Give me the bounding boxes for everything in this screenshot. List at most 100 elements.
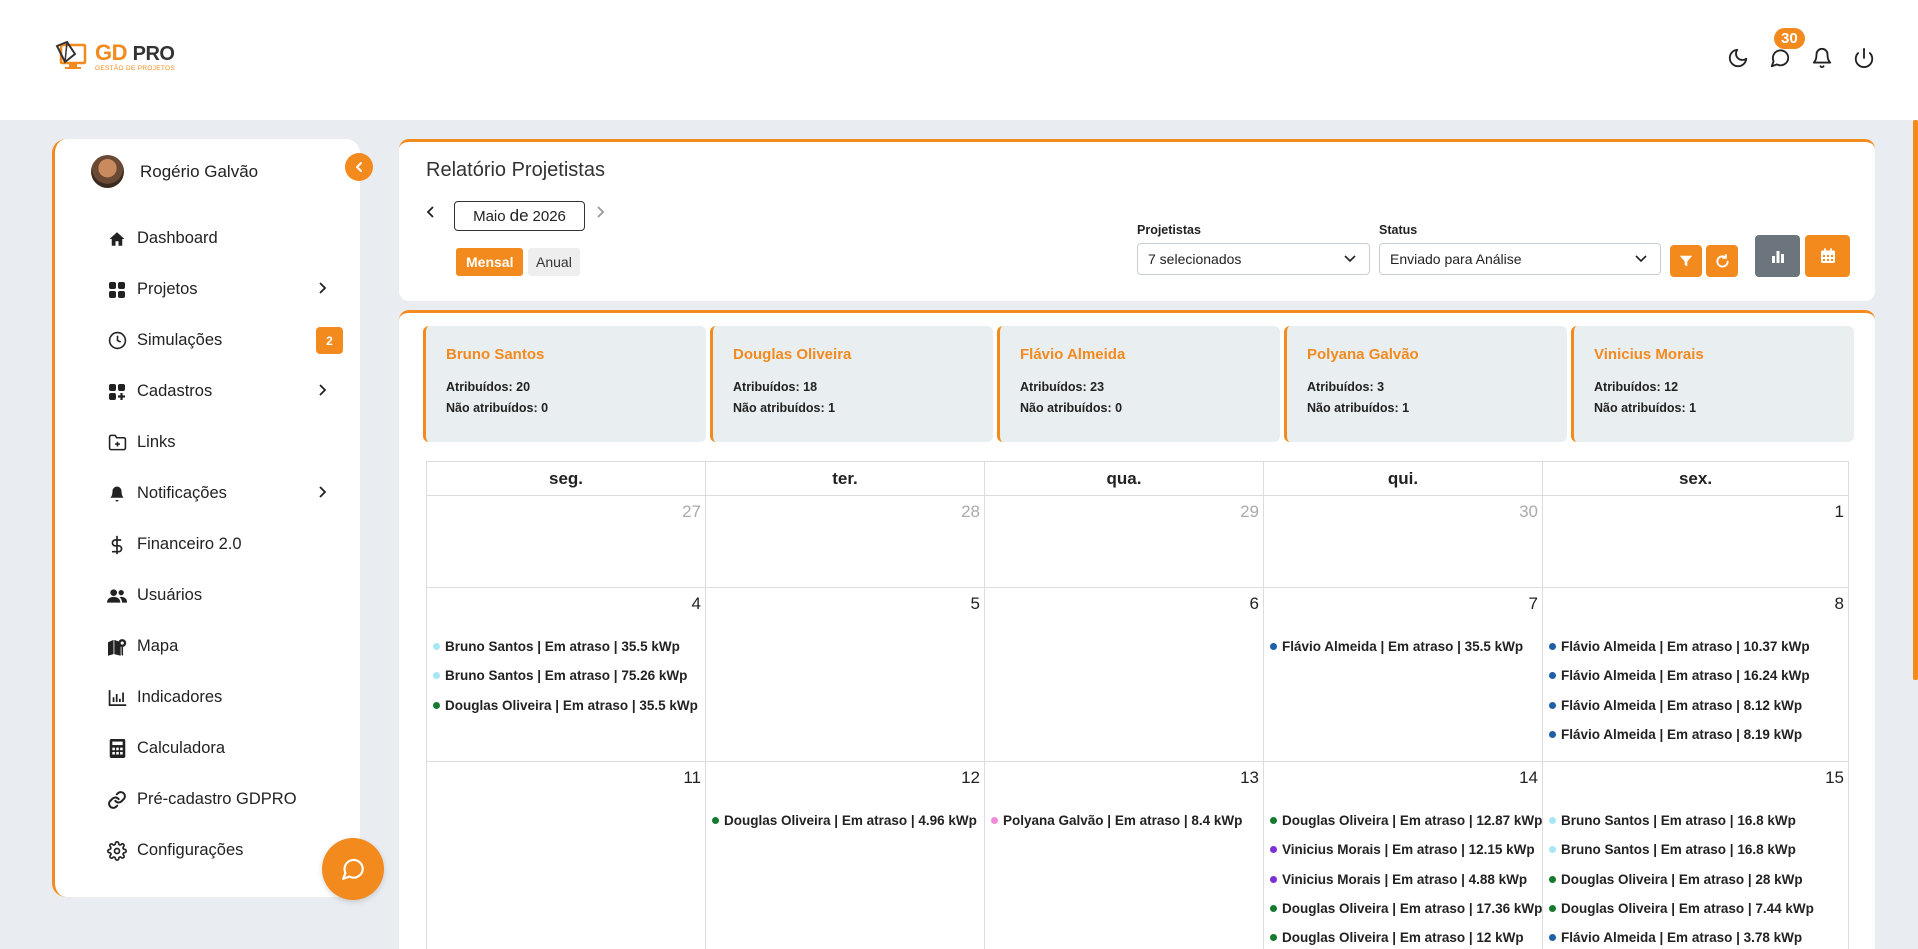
- month-calendar: seg. ter. qua. qui. sex. 27 28 29 30 1 4 Bruno…: [426, 461, 1849, 949]
- day-events: Flávio Almeida | Em atraso | 35.5 kWp: [1270, 632, 1542, 661]
- designer-card[interactable]: Polyana Galvão Atribuídos: 3 Não atribuí…: [1284, 326, 1567, 442]
- day-number: 8: [1834, 594, 1844, 613]
- calendar-day-cell[interactable]: 13 Polyana Galvão | Em atraso | 8.4 kWp: [985, 762, 1264, 949]
- logout-button[interactable]: [1850, 44, 1878, 72]
- sidebar-item-pre-cadastro[interactable]: Pré-cadastro GDPRO: [107, 774, 327, 825]
- calendar-event[interactable]: Bruno Santos | Em atraso | 16.8 kWp: [1549, 806, 1848, 835]
- sidebar-item-cadastros[interactable]: Cadastros: [107, 366, 327, 417]
- collapse-sidebar-button[interactable]: [345, 153, 373, 181]
- bar-chart-icon: [107, 688, 127, 708]
- calendar-event[interactable]: Bruno Santos | Em atraso | 16.8 kWp: [1549, 835, 1848, 864]
- day-events: Bruno Santos | Em atraso | 35.5 kWp Bruno…: [433, 632, 705, 720]
- designers-filter-select[interactable]: 7 selecionados: [1137, 243, 1370, 275]
- sidebar-item-configuracoes[interactable]: Configurações: [107, 825, 327, 876]
- calendar-event[interactable]: Douglas Oliveira | Em atraso | 17.36 kWp: [1270, 894, 1542, 923]
- designer-card[interactable]: Douglas Oliveira Atribuídos: 18 Não atri…: [710, 326, 993, 442]
- designer-card[interactable]: Vinicius Morais Atribuídos: 12 Não atrib…: [1571, 326, 1854, 442]
- brand-title-pro: PRO: [132, 42, 175, 65]
- calendar-day-cell[interactable]: 28: [706, 496, 985, 587]
- sidebar-item-simulacoes[interactable]: Simulações 2: [107, 315, 343, 366]
- apply-filter-button[interactable]: [1670, 245, 1702, 277]
- event-color-dot: [1549, 672, 1556, 680]
- calendar-day-cell[interactable]: 6: [985, 588, 1264, 761]
- view-monthly-button[interactable]: Mensal: [456, 248, 524, 276]
- sidebar-item-label: Pré-cadastro GDPRO: [137, 790, 297, 808]
- calendar-day-cell[interactable]: 5: [706, 588, 985, 761]
- event-color-dot: [433, 701, 440, 709]
- calendar-event[interactable]: Douglas Oliveira | Em atraso | 12 kWp: [1270, 923, 1542, 949]
- header-actions: [1724, 44, 1878, 72]
- month-year-selector[interactable]: Maio de 2026: [454, 201, 585, 231]
- sidebar-item-projetos[interactable]: Projetos: [107, 264, 327, 315]
- designer-card[interactable]: Flávio Almeida Atribuídos: 23 Não atribu…: [997, 326, 1280, 442]
- sidebar-item-financeiro[interactable]: Financeiro 2.0: [107, 519, 327, 570]
- calendar-week-row: 27 28 29 30 1: [426, 495, 1849, 587]
- chevron-left-icon: [356, 162, 362, 172]
- dark-mode-toggle[interactable]: [1724, 44, 1752, 72]
- calendar-event[interactable]: Flávio Almeida | Em atraso | 8.12 kWp: [1549, 691, 1848, 720]
- sidebar-item-mapa[interactable]: Mapa: [107, 621, 327, 672]
- calendar-event[interactable]: Douglas Oliveira | Em atraso | 12.87 kWp: [1270, 806, 1542, 835]
- reset-filter-button[interactable]: [1706, 245, 1738, 277]
- chevron-right-icon: [319, 486, 327, 498]
- simulacoes-count-badge: 2: [316, 327, 343, 354]
- previous-month-button[interactable]: [425, 204, 437, 220]
- sidebar-item-links[interactable]: Links: [107, 417, 327, 468]
- calendar-event[interactable]: Polyana Galvão | Em atraso | 8.4 kWp: [991, 806, 1263, 835]
- calendar-day-cell[interactable]: 15 Bruno Santos | Em atraso | 16.8 kWp Bru…: [1543, 762, 1848, 949]
- calendar-event[interactable]: Vinicius Morais | Em atraso | 4.88 kWp: [1270, 865, 1542, 894]
- calendar-view-button[interactable]: [1805, 235, 1850, 277]
- weekday-label: qua.: [985, 462, 1264, 495]
- calendar-body: 27 28 29 30 1 4 Bruno Santos | Em atraso | 35.…: [426, 495, 1849, 949]
- calendar-day-cell[interactable]: 27: [427, 496, 706, 587]
- calendar-event[interactable]: Bruno Santos | Em atraso | 35.5 kWp: [433, 632, 705, 661]
- chat-floating-button[interactable]: [322, 838, 384, 900]
- sidebar-item-calculadora[interactable]: Calculadora: [107, 723, 327, 774]
- page-scrollbar-thumb[interactable]: [1913, 120, 1918, 680]
- calendar-event[interactable]: Douglas Oliveira | Em atraso | 4.96 kWp: [712, 806, 984, 835]
- grid-icon: [107, 280, 127, 300]
- event-color-dot: [1549, 701, 1556, 709]
- calendar-day-cell[interactable]: 29: [985, 496, 1264, 587]
- notifications-button[interactable]: [1808, 44, 1836, 72]
- calculator-icon: [107, 739, 127, 759]
- calendar-day-cell[interactable]: 30: [1264, 496, 1543, 587]
- calendar-day-cell[interactable]: 14 Douglas Oliveira | Em atraso | 12.87 k…: [1264, 762, 1543, 949]
- designer-card-assigned: Atribuídos: 20: [446, 380, 531, 394]
- designer-card[interactable]: Bruno Santos Atribuídos: 20 Não atribuíd…: [423, 326, 706, 442]
- sidebar-item-dashboard[interactable]: Dashboard: [107, 213, 327, 264]
- user-profile[interactable]: Rogério Galvão: [91, 155, 258, 188]
- calendar-event[interactable]: Vinicius Morais | Em atraso | 12.15 kWp: [1270, 835, 1542, 864]
- status-filter-select[interactable]: Enviado para Análise: [1379, 243, 1661, 275]
- designer-card-unassigned: Não atribuídos: 0: [446, 401, 549, 415]
- designer-card-name: Vinicius Morais: [1594, 346, 1704, 363]
- calendar-day-cell[interactable]: 11: [427, 762, 706, 949]
- brand-logo[interactable]: GD PRO GESTÃO DE PROJETOS: [55, 40, 175, 74]
- view-annual-button[interactable]: Anual: [528, 248, 580, 276]
- folder-plus-icon: [107, 433, 127, 453]
- calendar-day-cell[interactable]: 7 Flávio Almeida | Em atraso | 35.5 kWp: [1264, 588, 1543, 761]
- calendar-event[interactable]: Douglas Oliveira | Em atraso | 28 kWp: [1549, 865, 1848, 894]
- calendar-event[interactable]: Douglas Oliveira | Em atraso | 35.5 kWp: [433, 691, 705, 720]
- calendar-event[interactable]: Flávio Almeida | Em atraso | 10.37 kWp: [1549, 632, 1848, 661]
- calendar-event[interactable]: Flávio Almeida | Em atraso | 8.19 kWp: [1549, 720, 1848, 749]
- chart-view-button[interactable]: [1755, 235, 1800, 277]
- sidebar-item-label: Configurações: [137, 841, 244, 859]
- calendar-day-cell[interactable]: 4 Bruno Santos | Em atraso | 35.5 kWp Brun…: [427, 588, 706, 761]
- calendar-event[interactable]: Douglas Oliveira | Em atraso | 7.44 kWp: [1549, 894, 1848, 923]
- event-label: Flávio Almeida | Em atraso | 16.24 kWp: [1561, 668, 1810, 684]
- calendar-event[interactable]: Flávio Almeida | Em atraso | 35.5 kWp: [1270, 632, 1542, 661]
- sidebar-item-notificacoes[interactable]: Notificações: [107, 468, 327, 519]
- calendar-day-cell[interactable]: 1: [1543, 496, 1848, 587]
- calendar-event[interactable]: Flávio Almeida | Em atraso | 3.78 kWp: [1549, 923, 1848, 949]
- weekday-label: seg.: [427, 462, 706, 495]
- sidebar-item-usuarios[interactable]: Usuários: [107, 570, 327, 621]
- sidebar-nav: Dashboard Projetos Simulações 2 Cadastro…: [107, 213, 343, 876]
- sidebar-item-indicadores[interactable]: Indicadores: [107, 672, 327, 723]
- calendar-day-cell[interactable]: 8 Flávio Almeida | Em atraso | 10.37 kWp F…: [1543, 588, 1848, 761]
- calendar-event[interactable]: Bruno Santos | Em atraso | 75.26 kWp: [433, 661, 705, 690]
- next-month-button[interactable]: [594, 204, 606, 220]
- day-events: Polyana Galvão | Em atraso | 8.4 kWp: [991, 806, 1263, 835]
- calendar-event[interactable]: Flávio Almeida | Em atraso | 16.24 kWp: [1549, 661, 1848, 690]
- calendar-day-cell[interactable]: 12 Douglas Oliveira | Em atraso | 4.96 kW…: [706, 762, 985, 949]
